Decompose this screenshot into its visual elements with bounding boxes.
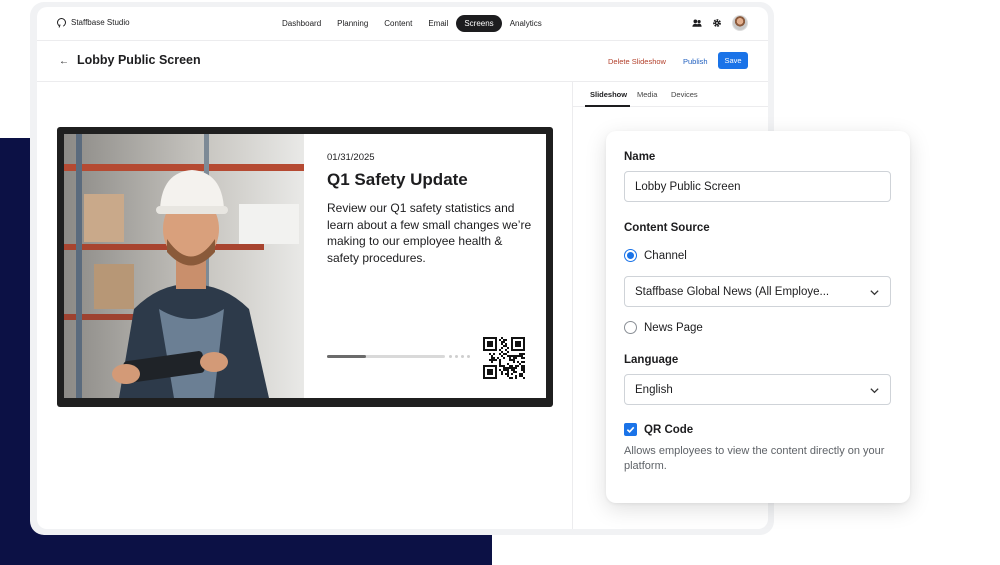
radio-channel[interactable]: Channel <box>624 249 687 262</box>
content-source-label: Content Source <box>624 222 710 234</box>
panel-tabs: Slideshow Media Devices <box>573 82 768 107</box>
save-button[interactable]: Save <box>718 52 748 69</box>
language-select[interactable]: English <box>624 374 891 405</box>
channel-select[interactable]: Staffbase Global News (All Employe... <box>624 276 891 307</box>
nav-links: Dashboard Planning Content Email Screens… <box>274 15 550 32</box>
radio-news-page-label: News Page <box>644 321 703 334</box>
chevron-down-icon <box>870 388 879 394</box>
qr-code-help-text: Allows employees to view the content dir… <box>624 445 885 472</box>
delete-slideshow-button[interactable]: Delete Slideshow <box>608 57 666 66</box>
brand-name: Staffbase Studio <box>71 18 130 27</box>
nav-content[interactable]: Content <box>376 15 420 32</box>
nav-email[interactable]: Email <box>420 15 456 32</box>
checkmark-icon <box>626 426 635 433</box>
nav-dashboard[interactable]: Dashboard <box>274 15 329 32</box>
gear-icon[interactable] <box>712 18 722 28</box>
radio-news-page[interactable]: News Page <box>624 321 703 334</box>
people-icon[interactable] <box>692 18 702 28</box>
active-tab-indicator <box>585 105 630 107</box>
arrow-left-icon[interactable]: ← <box>59 56 69 67</box>
slide-title: Q1 Safety Update <box>327 170 468 189</box>
publish-button[interactable]: Publish <box>683 57 708 66</box>
slide-dot <box>461 355 464 358</box>
slide-progress-track <box>327 355 445 358</box>
language-label: Language <box>624 354 679 366</box>
slide-text-block: 01/31/2025 Q1 Safety Update Review our Q… <box>327 152 532 266</box>
slide-progress-fill <box>327 355 366 358</box>
avatar[interactable] <box>732 15 748 31</box>
chevron-down-icon <box>870 290 879 296</box>
page-header: ← Lobby Public Screen Delete Slideshow P… <box>37 41 768 82</box>
radio-channel-indicator[interactable] <box>624 249 637 262</box>
slide-date: 01/31/2025 <box>327 152 375 163</box>
nav-icons <box>692 15 748 31</box>
nav-analytics[interactable]: Analytics <box>502 15 550 32</box>
slide-dots <box>449 355 470 358</box>
channel-select-value: Staffbase Global News (All Employe... <box>635 285 830 298</box>
qr-code-label: QR Code <box>644 423 694 436</box>
name-input[interactable]: Lobby Public Screen <box>624 171 891 202</box>
tab-devices[interactable]: Devices <box>671 90 698 99</box>
qr-code-icon <box>483 337 525 379</box>
tab-slideshow[interactable]: Slideshow <box>590 90 627 99</box>
qr-code-checkbox[interactable] <box>624 423 637 436</box>
nav-planning[interactable]: Planning <box>329 15 376 32</box>
language-select-value: English <box>635 383 673 396</box>
tab-media[interactable]: Media <box>637 90 657 99</box>
nav-screens[interactable]: Screens <box>456 15 502 32</box>
name-input-value: Lobby Public Screen <box>635 180 741 193</box>
slideshow-settings-card: Name Lobby Public Screen Content Source … <box>606 131 910 503</box>
stage: Staffbase Studio Dashboard Planning Cont… <box>0 0 1000 565</box>
slide-canvas: 01/31/2025 Q1 Safety Update Review our Q… <box>64 134 546 398</box>
top-navigation: Staffbase Studio Dashboard Planning Cont… <box>37 7 768 41</box>
slide-dot <box>467 355 470 358</box>
brand-logo[interactable]: Staffbase Studio <box>57 18 130 27</box>
slide-body: Review our Q1 safety statistics and lear… <box>327 201 532 265</box>
screen-preview: 01/31/2025 Q1 Safety Update Review our Q… <box>57 127 553 407</box>
name-label: Name <box>624 151 656 163</box>
worker-photo <box>64 134 304 398</box>
slide-dot <box>455 355 458 358</box>
page-title: Lobby Public Screen <box>77 53 201 67</box>
qr-code-checkbox-row[interactable]: QR Code <box>624 423 693 436</box>
slide-dot <box>449 355 452 358</box>
radio-channel-label: Channel <box>644 249 687 262</box>
radio-news-page-indicator[interactable] <box>624 321 637 334</box>
chat-bubble-icon <box>57 18 66 27</box>
